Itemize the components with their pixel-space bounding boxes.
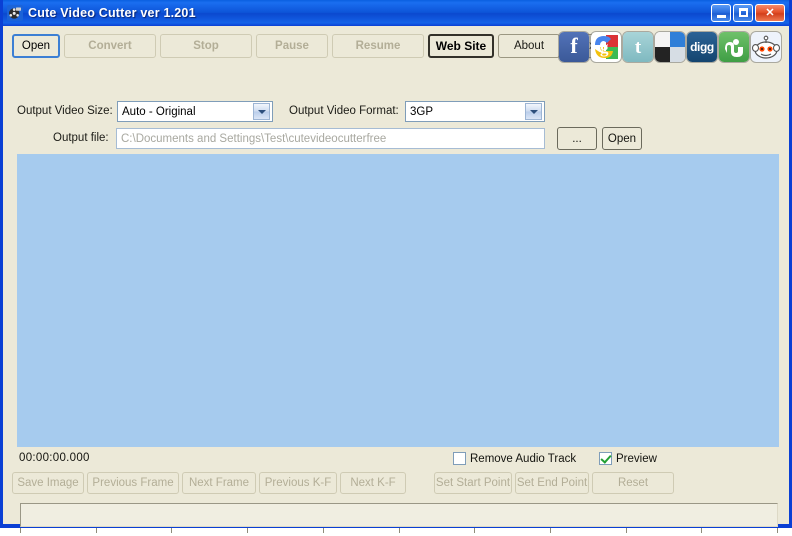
preview-checkbox[interactable]: Preview bbox=[599, 452, 657, 465]
resume-button: Resume bbox=[332, 34, 424, 58]
window-controls: ✕ bbox=[711, 4, 787, 22]
reset-button: Reset bbox=[592, 472, 674, 494]
trackbar-tick bbox=[399, 528, 400, 533]
output-format-label: Output Video Format: bbox=[289, 105, 399, 117]
trackbar-tick bbox=[96, 528, 97, 533]
checkbox-box-checked[interactable] bbox=[599, 452, 612, 465]
social-share-bar: f g t digg bbox=[559, 32, 781, 62]
save-image-button: Save Image bbox=[12, 472, 84, 494]
output-format-value: 3GP bbox=[410, 105, 434, 118]
video-preview-surface[interactable] bbox=[17, 154, 779, 447]
application-window: Cute Video Cutter ver 1.201 ✕ Open Conve… bbox=[0, 0, 792, 533]
remove-audio-label: Remove Audio Track bbox=[470, 452, 577, 465]
reddit-icon[interactable] bbox=[751, 32, 781, 62]
output-size-label: Output Video Size: bbox=[17, 105, 113, 117]
close-button[interactable]: ✕ bbox=[755, 4, 785, 22]
previous-keyframe-button: Previous K-F bbox=[259, 472, 337, 494]
svg-text:g: g bbox=[600, 38, 609, 57]
web-site-button[interactable]: Web Site bbox=[428, 34, 494, 58]
about-button[interactable]: About bbox=[498, 34, 560, 58]
maximize-icon bbox=[739, 8, 748, 17]
set-end-point-button: Set End Point bbox=[515, 472, 589, 494]
stop-button: Stop bbox=[160, 34, 252, 58]
digg-icon[interactable]: digg bbox=[687, 32, 717, 62]
trackbar-tick bbox=[777, 528, 778, 533]
convert-button: Convert bbox=[64, 34, 156, 58]
minimize-icon bbox=[717, 15, 726, 18]
trackbar-tick bbox=[701, 528, 702, 533]
window-title: Cute Video Cutter ver 1.201 bbox=[28, 6, 196, 20]
output-format-select[interactable]: 3GP bbox=[405, 101, 545, 122]
minimize-button[interactable] bbox=[711, 4, 731, 22]
twitter-letter: t bbox=[634, 36, 642, 58]
twitter-icon[interactable]: t bbox=[623, 32, 653, 62]
open-file-button[interactable]: Open bbox=[602, 127, 642, 150]
trackbar-tick bbox=[171, 528, 172, 533]
browse-button[interactable]: ... bbox=[557, 127, 597, 150]
timecode-display: 00:00:00.000 bbox=[19, 452, 90, 464]
title-bar[interactable]: Cute Video Cutter ver 1.201 ✕ bbox=[3, 0, 789, 26]
trackbar-tick bbox=[247, 528, 248, 533]
output-file-label: Output file: bbox=[53, 132, 109, 144]
output-size-select[interactable]: Auto - Original bbox=[117, 101, 273, 122]
chevron-down-icon[interactable] bbox=[525, 103, 542, 120]
trackbar-tick bbox=[474, 528, 475, 533]
pause-button: Pause bbox=[256, 34, 328, 58]
output-file-input[interactable]: C:\Documents and Settings\Test\cutevideo… bbox=[116, 128, 545, 149]
film-reel-icon bbox=[7, 5, 23, 21]
close-icon: ✕ bbox=[765, 6, 775, 19]
client-area: Open Convert Stop Pause Resume Web Site … bbox=[3, 26, 789, 533]
maximize-button[interactable] bbox=[733, 4, 753, 22]
digg-wordmark: digg bbox=[690, 40, 714, 54]
windows-live-icon[interactable] bbox=[655, 32, 685, 62]
facebook-letter: f bbox=[570, 33, 578, 58]
trackbar-ticks bbox=[20, 528, 778, 536]
output-size-value: Auto - Original bbox=[122, 105, 196, 118]
open-button[interactable]: Open bbox=[12, 34, 60, 58]
next-frame-button: Next Frame bbox=[182, 472, 256, 494]
facebook-icon[interactable]: f bbox=[559, 32, 589, 62]
remove-audio-checkbox[interactable]: Remove Audio Track bbox=[453, 452, 576, 465]
checkbox-box[interactable] bbox=[453, 452, 466, 465]
stumbleupon-icon[interactable] bbox=[719, 32, 749, 62]
set-start-point-button: Set Start Point bbox=[434, 472, 512, 494]
next-keyframe-button: Next K-F bbox=[340, 472, 406, 494]
trackbar-tick bbox=[626, 528, 627, 533]
trackbar-tick bbox=[20, 528, 21, 533]
previous-frame-button: Previous Frame bbox=[87, 472, 179, 494]
trackbar-tick bbox=[550, 528, 551, 533]
seek-trackbar[interactable] bbox=[20, 503, 778, 527]
trackbar-tick bbox=[323, 528, 324, 533]
chevron-down-icon[interactable] bbox=[253, 103, 270, 120]
transport-toolbar: Save Image Previous Frame Next Frame Pre… bbox=[12, 472, 674, 494]
preview-label: Preview bbox=[616, 452, 657, 465]
google-plus-icon[interactable]: g bbox=[591, 32, 621, 62]
main-toolbar: Open Convert Stop Pause Resume Web Site … bbox=[12, 34, 618, 58]
